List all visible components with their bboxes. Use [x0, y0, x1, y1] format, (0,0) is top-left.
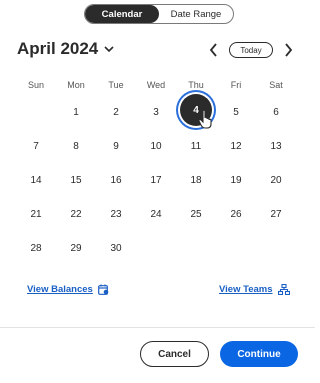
footer-divider [0, 327, 315, 328]
day-cell[interactable]: 25 [176, 207, 216, 241]
day-number: 13 [270, 141, 282, 152]
day-number: 7 [33, 141, 39, 152]
day-number: 12 [230, 141, 242, 152]
day-number: 3 [153, 107, 159, 118]
day-cell[interactable]: 2 [96, 105, 136, 139]
day-cell[interactable]: 15 [56, 173, 96, 207]
day-cell[interactable]: 26 [216, 207, 256, 241]
day-number: 22 [70, 209, 82, 220]
day-number: 27 [270, 209, 282, 220]
view-balances-link[interactable]: View Balances [27, 284, 109, 295]
day-cell[interactable]: 12 [216, 139, 256, 173]
day-number: 5 [233, 107, 239, 118]
selected-day-cell[interactable]: 4 [176, 94, 216, 139]
day-cell[interactable]: 5 [216, 105, 256, 139]
day-cell[interactable]: 22 [56, 207, 96, 241]
day-cell[interactable]: 16 [96, 173, 136, 207]
calendar-tab[interactable]: Calendar [85, 5, 159, 23]
day-cell[interactable]: 1 [56, 105, 96, 139]
day-number: 16 [110, 175, 122, 186]
view-toggle: Calendar Date Range [84, 4, 234, 24]
chevron-down-icon [104, 45, 114, 53]
weekday-header: Sun Mon Tue Wed Thu Fri Sat [16, 80, 300, 94]
weekday-label: Sun [27, 80, 44, 90]
day-number: 26 [230, 209, 242, 220]
day-cell[interactable]: 13 [256, 139, 296, 173]
day-number: 21 [30, 209, 42, 220]
day-cell[interactable]: 18 [176, 173, 216, 207]
day-number: 23 [110, 209, 122, 220]
view-teams-link[interactable]: View Teams [219, 284, 290, 295]
previous-month-button[interactable] [207, 42, 221, 58]
day-number: 18 [190, 175, 202, 186]
day-number: 29 [70, 243, 82, 254]
weekday-label: Wed [146, 80, 166, 90]
day-cell[interactable]: 3 [136, 105, 176, 139]
day-number: 30 [110, 243, 122, 254]
empty-day-cell [16, 105, 56, 139]
day-cell[interactable]: 10 [136, 139, 176, 173]
day-number: 24 [150, 209, 162, 220]
day-cell[interactable]: 29 [56, 241, 96, 275]
day-number: 9 [113, 141, 119, 152]
day-cell[interactable]: 9 [96, 139, 136, 173]
org-chart-icon [277, 284, 290, 295]
day-cell[interactable]: 21 [16, 207, 56, 241]
day-number: 11 [190, 141, 202, 152]
day-cell[interactable]: 23 [96, 207, 136, 241]
weekday-label: Sat [269, 80, 283, 90]
weekday-label: Thu [188, 80, 204, 90]
day-cell[interactable]: 28 [16, 241, 56, 275]
continue-button[interactable]: Continue [220, 341, 298, 367]
chevron-left-icon [209, 43, 217, 57]
chevron-right-icon [285, 43, 293, 57]
day-cell[interactable]: 20 [256, 173, 296, 207]
day-cell[interactable]: 27 [256, 207, 296, 241]
day-number: 20 [270, 175, 282, 186]
day-number: 28 [30, 243, 42, 254]
day-cell[interactable]: 6 [256, 105, 296, 139]
today-button[interactable]: Today [229, 42, 273, 58]
day-cell[interactable]: 14 [16, 173, 56, 207]
cancel-button[interactable]: Cancel [140, 341, 209, 367]
day-number: 19 [230, 175, 242, 186]
hand-pointer-icon [198, 109, 212, 129]
view-balances-label: View Balances [27, 284, 93, 295]
day-number: 1 [73, 107, 79, 118]
view-teams-label: View Teams [219, 284, 273, 295]
day-number: 10 [150, 141, 162, 152]
day-cell[interactable]: 24 [136, 207, 176, 241]
day-number: 17 [150, 175, 162, 186]
empty-day-cell [136, 241, 176, 275]
day-number: 14 [30, 175, 42, 186]
day-cell[interactable]: 8 [56, 139, 96, 173]
day-number: 25 [190, 209, 202, 220]
weekday-label: Fri [230, 80, 242, 90]
empty-day-cell [256, 241, 296, 275]
day-number: 6 [273, 107, 279, 118]
calendar-grid: Sun Mon Tue Wed Thu Fri Sat 1 2 3 4 5 6 7 8 9 10 1… [16, 80, 300, 275]
empty-day-cell [176, 241, 216, 275]
weekday-label: Mon [67, 80, 85, 90]
day-cell[interactable]: 30 [96, 241, 136, 275]
weekday-label: Tue [108, 80, 124, 90]
month-selector[interactable]: April 2024 [17, 39, 114, 59]
day-cell[interactable]: 11 [176, 139, 216, 173]
day-cell[interactable]: 19 [216, 173, 256, 207]
day-cell[interactable]: 17 [136, 173, 176, 207]
date-range-tab[interactable]: Date Range [159, 5, 233, 23]
month-title: April 2024 [17, 39, 99, 58]
day-number: 8 [73, 141, 79, 152]
day-cell[interactable]: 7 [16, 139, 56, 173]
calendar-balance-icon [97, 284, 109, 295]
day-number: 15 [70, 175, 82, 186]
empty-day-cell [216, 241, 256, 275]
next-month-button[interactable] [281, 42, 295, 58]
day-number: 2 [113, 107, 119, 118]
day-grid: 1 2 3 4 5 6 7 8 9 10 11 12 13 14 15 16 17 18 19 20 21 22 23 24 2… [16, 94, 300, 275]
